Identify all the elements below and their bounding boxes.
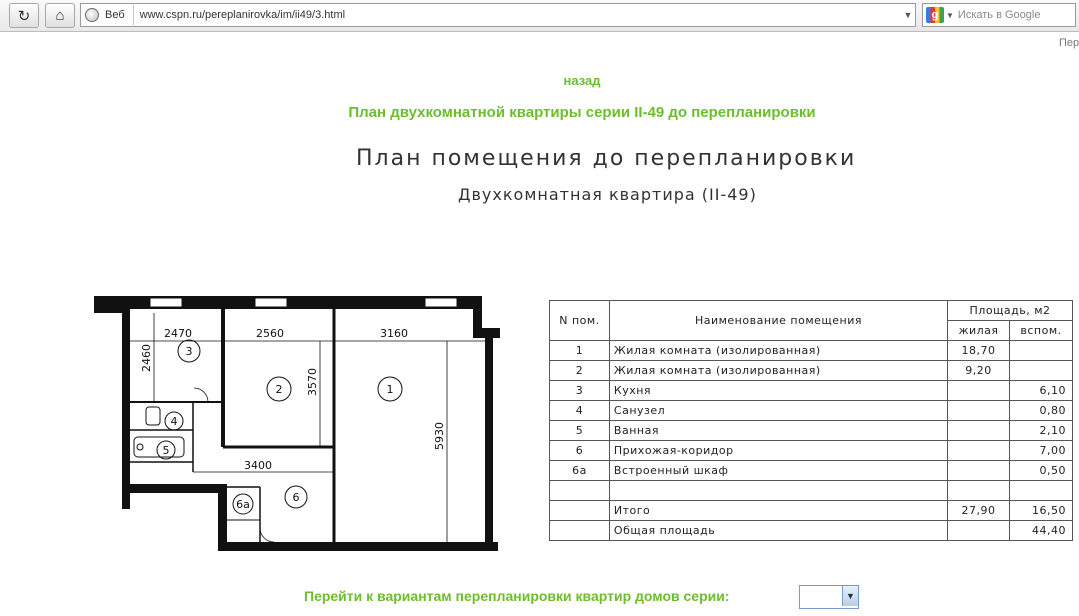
room-number: 1 xyxy=(387,383,394,396)
cell-living xyxy=(947,420,1011,441)
cell-name: Санузел xyxy=(608,400,949,421)
reload-icon: ↻ xyxy=(17,7,31,25)
room-number: 4 xyxy=(171,415,178,428)
cell-living xyxy=(947,380,1011,401)
cut-off-link[interactable]: Пер xyxy=(1059,37,1079,49)
cell-aux xyxy=(1009,360,1073,381)
cell-name: Жилая комната (изолированная) xyxy=(608,360,949,381)
table-header-row: N пом. Наименование помещения Площадь, м… xyxy=(549,300,1073,341)
dimension-label: 2470 xyxy=(164,327,192,340)
globe-icon xyxy=(85,8,99,22)
dimension-label: 5930 xyxy=(433,422,446,450)
total-label: Итого xyxy=(608,500,949,521)
cell-name: Кухня xyxy=(608,380,949,401)
rooms-table: N пом. Наименование помещения Площадь, м… xyxy=(549,300,1073,541)
cell-living: 18,70 xyxy=(947,340,1011,361)
floor-plan: 2470 2560 3160 2460 3570 5930 3400 1 2 3… xyxy=(94,296,500,551)
chevron-down-icon[interactable]: ▼ xyxy=(842,586,858,606)
cell-num: 6а xyxy=(549,460,610,481)
drawing-subtitle: Двухкомнатная квартира (II-49) xyxy=(458,185,757,204)
overall-label: Общая площадь xyxy=(608,520,949,541)
header-aux: вспом. xyxy=(1009,320,1073,341)
cell-name: Прихожая-коридор xyxy=(608,440,949,461)
table-row: 6 Прихожая-коридор 7,00 xyxy=(549,440,1073,461)
browser-toolbar: ↻ ⌂ Веб www.cspn.ru/pereplanirovka/im/ii… xyxy=(0,0,1079,32)
cell-num: 6 xyxy=(549,440,610,461)
series-select[interactable]: ▼ xyxy=(799,585,859,609)
dimension-lines xyxy=(130,313,485,542)
table-row: 5 Ванная 2,10 xyxy=(549,420,1073,441)
room-number: 6а xyxy=(236,498,250,511)
header-num: N пом. xyxy=(549,300,610,341)
table-row: 2 Жилая комната (изолированная) 9,20 xyxy=(549,360,1073,381)
header-name: Наименование помещения xyxy=(608,300,949,341)
search-box[interactable]: g ▼ Искать в Google xyxy=(922,3,1076,27)
address-dropdown-icon[interactable]: ▼ xyxy=(901,10,915,20)
room-number: 5 xyxy=(163,444,170,457)
cell-aux: 0,50 xyxy=(1009,460,1073,481)
table-row-total: Итого 27,90 16,50 xyxy=(549,500,1073,521)
search-engine-label: Веб xyxy=(105,9,125,21)
search-engine-dropdown-icon[interactable]: ▼ xyxy=(946,11,954,20)
cell-aux: 0,80 xyxy=(1009,400,1073,421)
cell-living: 9,20 xyxy=(947,360,1011,381)
table-row-empty xyxy=(549,480,1073,501)
cell-num: 5 xyxy=(549,420,610,441)
table-row: 6а Встроенный шкаф 0,50 xyxy=(549,460,1073,481)
cell-name: Ванная xyxy=(608,420,949,441)
table-row: 3 Кухня 6,10 xyxy=(549,380,1073,401)
cell-num: 1 xyxy=(549,340,610,361)
cell-aux: 2,10 xyxy=(1009,420,1073,441)
cell-name: Жилая комната (изолированная) xyxy=(608,340,949,361)
cell-living xyxy=(947,400,1011,421)
header-living: жилая xyxy=(947,320,1011,341)
table-row-overall: Общая площадь 44,40 xyxy=(549,520,1073,541)
dimension-label: 3570 xyxy=(306,368,319,396)
search-engine-chip[interactable]: Веб xyxy=(81,5,134,25)
dimension-label: 3160 xyxy=(380,327,408,340)
room-number: 6 xyxy=(293,491,300,504)
cell-living xyxy=(947,460,1011,481)
drawing-title: План помещения до перепланировки xyxy=(356,146,857,171)
table-row: 4 Санузел 0,80 xyxy=(549,400,1073,421)
cell-num: 2 xyxy=(549,360,610,381)
cell-num: 3 xyxy=(549,380,610,401)
cell-aux: 7,00 xyxy=(1009,440,1073,461)
dimension-label: 2560 xyxy=(256,327,284,340)
cell-living xyxy=(947,440,1011,461)
url-text[interactable]: www.cspn.ru/pereplanirovka/im/ii49/3.htm… xyxy=(140,9,901,21)
room-number: 2 xyxy=(276,383,283,396)
room-number: 3 xyxy=(186,345,193,358)
series-navigation-text: Перейти к вариантам перепланировки кварт… xyxy=(304,588,730,604)
page-title: План двухкомнатной квартиры серии II-49 … xyxy=(348,104,816,121)
search-input[interactable]: Искать в Google xyxy=(958,9,1041,21)
reload-button[interactable]: ↻ xyxy=(9,3,39,28)
overall-value: 44,40 xyxy=(1009,520,1073,541)
dimension-label: 3400 xyxy=(244,459,272,472)
home-button[interactable]: ⌂ xyxy=(45,3,75,28)
cell-num: 4 xyxy=(549,400,610,421)
cell-aux: 6,10 xyxy=(1009,380,1073,401)
table-row: 1 Жилая комната (изолированная) 18,70 xyxy=(549,340,1073,361)
cell-name: Встроенный шкаф xyxy=(608,460,949,481)
dimension-label: 2460 xyxy=(140,344,153,372)
google-icon[interactable]: g xyxy=(926,7,944,23)
total-aux: 16,50 xyxy=(1009,500,1073,521)
back-link[interactable]: назад xyxy=(0,73,1079,88)
total-living: 27,90 xyxy=(947,500,1011,521)
address-bar[interactable]: Веб www.cspn.ru/pereplanirovka/im/ii49/3… xyxy=(80,3,916,27)
cell-aux xyxy=(1009,340,1073,361)
header-area: Площадь, м2 xyxy=(947,300,1073,321)
home-icon: ⌂ xyxy=(55,7,65,24)
